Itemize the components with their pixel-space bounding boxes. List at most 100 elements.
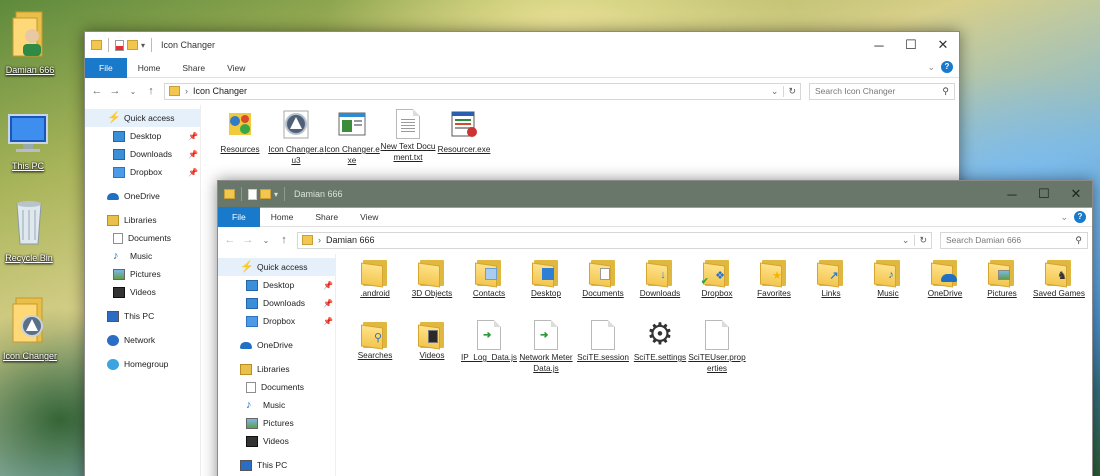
tab-file[interactable]: File (218, 207, 260, 227)
file-item[interactable]: 3D Objects (403, 258, 461, 299)
tab-view[interactable]: View (349, 207, 389, 227)
nav-item-this-pc[interactable]: This PC (85, 307, 200, 325)
refresh-icon[interactable]: ↻ (783, 85, 796, 97)
file-item[interactable]: Desktop (517, 258, 575, 299)
pin-icon[interactable]: 📌 (188, 150, 198, 159)
forward-icon[interactable]: → (240, 234, 256, 246)
pin-icon[interactable]: 📌 (323, 317, 333, 326)
tab-view[interactable]: View (216, 58, 256, 78)
file-item[interactable]: Icon Changer.exe (323, 109, 381, 166)
file-view[interactable]: .android 3D Objects Contacts Desktop Doc… (336, 254, 1092, 476)
nav-item-documents[interactable]: Documents (85, 229, 200, 247)
up-icon[interactable]: ↑ (276, 234, 292, 246)
recent-locations-icon[interactable]: ⌄ (125, 87, 141, 96)
pin-icon[interactable]: 📌 (323, 299, 333, 308)
file-item[interactable]: ⚙ SciTE.settings (631, 320, 689, 363)
new-folder-icon[interactable] (260, 189, 271, 199)
minimize-button[interactable]: ─ (863, 32, 895, 58)
tab-share[interactable]: Share (304, 207, 349, 227)
file-item[interactable]: SciTEUser.properties (688, 320, 746, 374)
file-item[interactable]: ♞ Saved Games (1030, 258, 1088, 299)
file-item[interactable]: ⚲ Searches (346, 320, 404, 361)
file-item[interactable]: Pictures (973, 258, 1031, 299)
pin-icon[interactable]: 📌 (188, 168, 198, 177)
tab-file[interactable]: File (85, 57, 127, 78)
nav-item-onedrive[interactable]: OneDrive (85, 187, 200, 205)
file-item[interactable]: Icon Changer.au3 (267, 109, 325, 166)
file-item[interactable]: ♪ Music (859, 258, 917, 299)
nav-item-onedrive[interactable]: OneDrive (218, 336, 335, 354)
expand-ribbon-icon[interactable]: ⌄ (1060, 212, 1068, 223)
close-button[interactable]: ✕ (927, 32, 959, 58)
tab-share[interactable]: Share (171, 58, 216, 78)
nav-item-downloads[interactable]: Downloads 📌 (85, 145, 200, 163)
nav-item-music[interactable]: ♪ Music (85, 247, 200, 265)
file-item[interactable]: Contacts (460, 258, 518, 299)
breadcrumb[interactable]: Icon Changer (193, 86, 247, 96)
file-item[interactable]: New Text Document.txt (379, 109, 437, 163)
expand-ribbon-icon[interactable]: ⌄ (927, 62, 935, 73)
search-input[interactable]: Search Damian 666 (946, 235, 1021, 245)
properties-icon[interactable] (115, 39, 124, 51)
address-bar[interactable]: › Damian 666 ⌄ ↻ (297, 231, 932, 249)
chevron-down-icon[interactable]: ⌄ (771, 86, 779, 97)
nav-item-desktop[interactable]: Desktop 📌 (218, 276, 335, 294)
chevron-down-icon[interactable]: ▾ (141, 41, 145, 50)
nav-item-documents[interactable]: Documents (218, 378, 335, 396)
file-item[interactable]: Videos (403, 320, 461, 361)
properties-icon[interactable] (248, 188, 257, 200)
search-icon[interactable]: ⚲ (1075, 235, 1082, 246)
forward-icon[interactable]: → (107, 85, 123, 97)
nav-item-quick-access[interactable]: ⚡ Quick access (218, 258, 335, 276)
file-item[interactable]: ❖ ✔ Dropbox (688, 258, 746, 299)
close-button[interactable]: ✕ (1060, 181, 1092, 207)
nav-item-pictures[interactable]: Pictures (218, 414, 335, 432)
breadcrumb[interactable]: Damian 666 (326, 235, 375, 245)
file-item[interactable]: SciTE.session (574, 320, 632, 363)
nav-item-libraries[interactable]: Libraries (218, 360, 335, 378)
nav-item-pictures[interactable]: Pictures (85, 265, 200, 283)
tab-home[interactable]: Home (127, 58, 172, 78)
back-icon[interactable]: ← (89, 85, 105, 97)
file-item[interactable]: ★ Favorites (745, 258, 803, 299)
desktop-icon-icon-changer[interactable]: Icon Changer (0, 294, 62, 361)
nav-item-videos[interactable]: Videos (85, 283, 200, 301)
minimize-button[interactable]: ─ (996, 181, 1028, 207)
file-item[interactable]: ↓ Downloads (631, 258, 689, 299)
file-item[interactable]: .android (346, 258, 404, 299)
address-bar[interactable]: › Icon Changer ⌄ ↻ (164, 82, 801, 100)
desktop-icon-damian-666[interactable]: Damian 666 (0, 8, 62, 75)
file-item[interactable]: ➜ IP_Log_Data.js (460, 320, 518, 363)
file-item[interactable]: Resources (211, 109, 269, 155)
nav-item-this-pc[interactable]: This PC (218, 456, 335, 474)
refresh-icon[interactable]: ↻ (914, 234, 927, 246)
new-folder-icon[interactable] (127, 40, 138, 50)
pin-icon[interactable]: 📌 (323, 281, 333, 290)
file-item[interactable]: Resourcer.exe (435, 109, 493, 155)
file-item[interactable]: ↗ Links (802, 258, 860, 299)
recent-locations-icon[interactable]: ⌄ (258, 236, 274, 245)
desktop-icon-recycle-bin[interactable]: Recycle Bin (0, 196, 61, 263)
help-icon[interactable]: ? (941, 61, 953, 73)
help-icon[interactable]: ? (1074, 211, 1086, 223)
file-item[interactable]: Documents (574, 258, 632, 299)
nav-item-network[interactable]: Network (85, 331, 200, 349)
nav-item-downloads[interactable]: Downloads 📌 (218, 294, 335, 312)
nav-item-dropbox[interactable]: Dropbox 📌 (85, 163, 200, 181)
chevron-down-icon[interactable]: ▾ (274, 190, 278, 199)
file-item[interactable]: ➜ Network Meter Data.js (517, 320, 575, 374)
nav-item-homegroup[interactable]: Homegroup (85, 355, 200, 373)
search-input[interactable]: Search Icon Changer (815, 86, 895, 96)
maximize-button[interactable]: ☐ (895, 32, 927, 58)
title-bar[interactable]: ▾ Damian 666 ─ ☐ ✕ (218, 181, 1092, 207)
search-box[interactable]: Search Damian 666 ⚲ (940, 231, 1088, 249)
nav-item-desktop[interactable]: Desktop 📌 (85, 127, 200, 145)
back-icon[interactable]: ← (222, 234, 238, 246)
title-bar[interactable]: ▾ Icon Changer ─ ☐ ✕ (85, 32, 959, 58)
desktop-icon-this-pc[interactable]: This PC (0, 112, 60, 171)
maximize-button[interactable]: ☐ (1028, 181, 1060, 207)
navigation-pane[interactable]: ⚡ Quick access Desktop 📌 Downloads 📌 Dropbo… (85, 105, 201, 476)
navigation-pane[interactable]: ⚡ Quick access Desktop 📌 Downloads 📌 Dropbo… (218, 254, 336, 476)
search-icon[interactable]: ⚲ (942, 86, 949, 97)
nav-item-libraries[interactable]: Libraries (85, 211, 200, 229)
